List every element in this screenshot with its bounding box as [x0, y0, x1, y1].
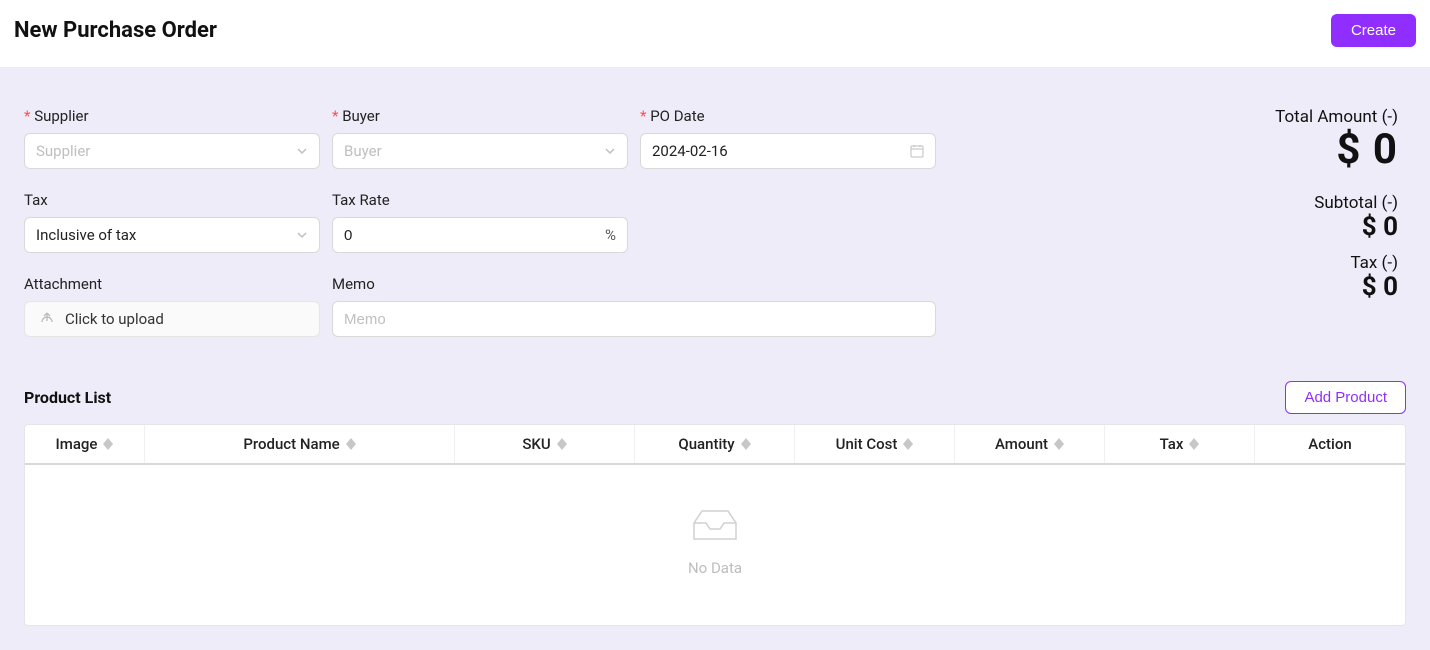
empty-inbox-icon	[688, 505, 742, 545]
col-unit-cost[interactable]: Unit Cost	[795, 425, 955, 463]
supplier-field: Supplier Supplier	[24, 107, 320, 169]
form-area: Supplier Supplier Buyer Buyer PO Date	[0, 67, 1430, 650]
table-header-row: Image Product Name SKU	[25, 425, 1405, 465]
tax-rate-field: Tax Rate %	[332, 191, 628, 253]
col-image[interactable]: Image	[25, 425, 145, 463]
memo-input[interactable]	[344, 302, 924, 336]
col-image-label: Image	[56, 435, 98, 453]
col-action-label: Action	[1308, 435, 1351, 453]
supplier-label: Supplier	[24, 107, 320, 125]
summary-total: Total Amount (-) $ 0	[1275, 107, 1398, 173]
table-empty-state: No Data	[25, 465, 1405, 625]
attachment-label: Attachment	[24, 275, 320, 293]
percent-suffix: %	[605, 226, 616, 244]
tax-rate-input[interactable]	[344, 218, 599, 252]
po-date-input[interactable]: 2024-02-16	[640, 133, 936, 169]
sort-icon	[1054, 438, 1064, 450]
buyer-field: Buyer Buyer	[332, 107, 628, 169]
chevron-down-icon	[296, 145, 308, 157]
product-list-title: Product List	[24, 388, 111, 407]
supplier-placeholder: Supplier	[36, 142, 296, 160]
page-title: New Purchase Order	[14, 18, 217, 43]
tax-rate-label: Tax Rate	[332, 191, 628, 209]
form-left: Supplier Supplier Buyer Buyer PO Date	[24, 107, 936, 359]
tax-summary-label: Tax (-)	[1275, 253, 1398, 273]
col-sku-label: SKU	[522, 435, 550, 453]
tax-rate-input-wrap: %	[332, 217, 628, 253]
summary-subtotal: Subtotal (-) $ 0	[1275, 193, 1398, 243]
product-list-header: Product List Add Product	[24, 381, 1406, 414]
page-header: New Purchase Order Create	[0, 0, 1430, 67]
attachment-field: Attachment Click to upload	[24, 275, 320, 337]
tax-field: Tax Inclusive of tax	[24, 191, 320, 253]
buyer-label: Buyer	[332, 107, 628, 125]
total-amount-value: $ 0	[1275, 127, 1398, 173]
col-action: Action	[1255, 425, 1405, 463]
col-tax[interactable]: Tax	[1105, 425, 1255, 463]
total-amount-label: Total Amount (-)	[1275, 107, 1398, 127]
col-amount[interactable]: Amount	[955, 425, 1105, 463]
subtotal-label: Subtotal (-)	[1275, 193, 1398, 213]
create-button[interactable]: Create	[1331, 14, 1416, 47]
sort-icon	[346, 438, 356, 450]
col-amount-label: Amount	[995, 435, 1048, 453]
summary-panel: Total Amount (-) $ 0 Subtotal (-) $ 0 Ta…	[1275, 107, 1406, 359]
tax-summary-value: $ 0	[1275, 273, 1398, 303]
subtotal-value: $ 0	[1275, 213, 1398, 243]
calendar-icon	[910, 144, 924, 158]
product-table: Image Product Name SKU	[24, 424, 1406, 626]
po-date-label: PO Date	[640, 107, 936, 125]
tax-value: Inclusive of tax	[36, 226, 296, 244]
col-tax-label: Tax	[1160, 435, 1184, 453]
supplier-select[interactable]: Supplier	[24, 133, 320, 169]
add-product-button[interactable]: Add Product	[1285, 381, 1406, 414]
summary-tax: Tax (-) $ 0	[1275, 253, 1398, 303]
col-quantity[interactable]: Quantity	[635, 425, 795, 463]
sort-icon	[103, 438, 113, 450]
tax-select[interactable]: Inclusive of tax	[24, 217, 320, 253]
upload-text: Click to upload	[65, 310, 164, 328]
upload-button[interactable]: Click to upload	[24, 301, 320, 337]
upload-icon	[39, 311, 55, 327]
memo-input-wrap	[332, 301, 936, 337]
tax-label: Tax	[24, 191, 320, 209]
sort-icon	[741, 438, 751, 450]
col-name-label: Product Name	[243, 435, 339, 453]
empty-text: No Data	[688, 559, 742, 577]
chevron-down-icon	[296, 229, 308, 241]
memo-label: Memo	[332, 275, 936, 293]
col-qty-label: Quantity	[678, 435, 734, 453]
buyer-select[interactable]: Buyer	[332, 133, 628, 169]
chevron-down-icon	[604, 145, 616, 157]
buyer-placeholder: Buyer	[344, 142, 604, 160]
sort-icon	[1189, 438, 1199, 450]
col-cost-label: Unit Cost	[836, 435, 898, 453]
po-date-field: PO Date 2024-02-16	[640, 107, 936, 169]
po-date-value: 2024-02-16	[652, 142, 910, 160]
sort-icon	[557, 438, 567, 450]
col-product-name[interactable]: Product Name	[145, 425, 455, 463]
col-sku[interactable]: SKU	[455, 425, 635, 463]
sort-icon	[903, 438, 913, 450]
memo-field: Memo	[332, 275, 936, 337]
